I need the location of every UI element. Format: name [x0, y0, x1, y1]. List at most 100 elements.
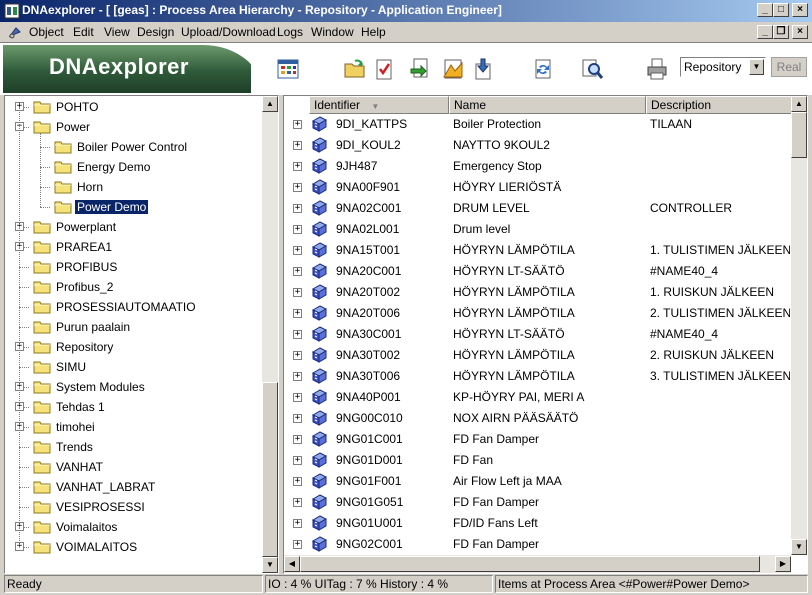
- expand-icon[interactable]: +: [293, 246, 302, 255]
- sync-icon[interactable]: [531, 57, 555, 81]
- column-header-identifier[interactable]: Identifier ▼: [309, 96, 449, 114]
- list-row[interactable]: +9NA20C001 HÖYRYN LT-SÄÄTÖ #NAME40_4: [284, 261, 792, 282]
- expand-icon[interactable]: +: [293, 435, 302, 444]
- tree-item[interactable]: + VOIMALAITOS: [5, 537, 263, 557]
- tree-item[interactable]: Boiler Power Control: [5, 137, 263, 157]
- print-icon[interactable]: [645, 57, 669, 81]
- tree-item-label[interactable]: Power Demo: [75, 200, 149, 214]
- list-row[interactable]: +9NG01U001 FD/ID Fans Left: [284, 513, 792, 534]
- menu-logs[interactable]: Logs: [277, 25, 303, 39]
- tree-item[interactable]: + Powerplant: [5, 217, 263, 237]
- menu-object[interactable]: Object: [29, 25, 64, 39]
- expand-icon[interactable]: +: [293, 162, 302, 171]
- list-row[interactable]: +9JH487 Emergency Stop: [284, 156, 792, 177]
- list-row[interactable]: +9NA30T006 HÖYRYN LÄMPÖTILA 3. TULISTIMEN …: [284, 366, 792, 387]
- tree-item[interactable]: + System Modules: [5, 377, 263, 397]
- menu-help[interactable]: Help: [361, 25, 386, 39]
- expand-icon[interactable]: +: [293, 330, 302, 339]
- download-doc-icon[interactable]: [471, 57, 495, 81]
- maximize-button[interactable]: □: [773, 3, 789, 17]
- real-button[interactable]: Real: [771, 57, 807, 77]
- expand-icon[interactable]: +: [293, 141, 302, 150]
- tree-item-label[interactable]: VANHAT: [54, 460, 105, 474]
- menu-view[interactable]: View: [104, 25, 130, 39]
- list-row[interactable]: +9NA40P001 KP-HÖYRY PAI, MERI A: [284, 387, 792, 408]
- tree-item-label[interactable]: Purun paalain: [54, 320, 132, 334]
- tree-item[interactable]: + POHTO: [5, 97, 263, 117]
- tree-item-label[interactable]: Energy Demo: [75, 160, 152, 174]
- tree-item-label[interactable]: Powerplant: [54, 220, 118, 234]
- view-selector[interactable]: Repository ▼: [680, 57, 766, 77]
- tree-item-label[interactable]: PRAREA1: [54, 240, 114, 254]
- tree-item-label[interactable]: PROFIBUS: [54, 260, 119, 274]
- expand-icon[interactable]: +: [293, 183, 302, 192]
- chevron-down-icon[interactable]: ▼: [749, 59, 764, 75]
- expand-icon[interactable]: +: [293, 372, 302, 381]
- tree-item[interactable]: PROFIBUS: [5, 257, 263, 277]
- chart-doc-icon[interactable]: [441, 57, 465, 81]
- scroll-up-icon[interactable]: ▲: [262, 96, 278, 112]
- tree-item-label[interactable]: Horn: [75, 180, 105, 194]
- list-row[interactable]: +9NA30C001 HÖYRYN LT-SÄÄTÖ #NAME40_4: [284, 324, 792, 345]
- scroll-down-icon[interactable]: ▼: [791, 539, 807, 555]
- list-row[interactable]: +9NG00C010 NOX AIRN PÄÄSÄÄTÖ: [284, 408, 792, 429]
- list-row[interactable]: +9NA20T006 HÖYRYN LÄMPÖTILA 2. TULISTIMEN …: [284, 303, 792, 324]
- tree-item-label[interactable]: Tehdas 1: [54, 400, 107, 414]
- list-vertical-scrollbar[interactable]: ▲ ▼: [791, 96, 807, 555]
- list-row[interactable]: +9NG02C001 FD Fan Damper: [284, 534, 792, 555]
- list-row[interactable]: +9NA20T002 HÖYRYN LÄMPÖTILA 1. RUISKUN JÄL…: [284, 282, 792, 303]
- tree-item-label[interactable]: VESIPROSESSI: [54, 500, 147, 514]
- tree-item-label[interactable]: Profibus_2: [54, 280, 115, 294]
- expand-icon[interactable]: +: [293, 498, 302, 507]
- tree-scroll-thumb[interactable]: [262, 382, 278, 557]
- tree-item-label[interactable]: timohei: [54, 420, 97, 434]
- tree-item-label[interactable]: Trends: [54, 440, 95, 454]
- expand-icon[interactable]: +: [293, 120, 302, 129]
- tree-item-label[interactable]: Power: [54, 120, 92, 134]
- list-row[interactable]: +9NA02C001 DRUM LEVEL CONTROLLER: [284, 198, 792, 219]
- scroll-right-icon[interactable]: ▶: [775, 556, 791, 572]
- expand-icon[interactable]: +: [293, 288, 302, 297]
- tree-item-label[interactable]: System Modules: [54, 380, 147, 394]
- list-row[interactable]: +9NA02L001 Drum level: [284, 219, 792, 240]
- column-header-description[interactable]: Description: [646, 96, 792, 114]
- list-row[interactable]: +9NA30T002 HÖYRYN LÄMPÖTILA 2. RUISKUN JÄL…: [284, 345, 792, 366]
- close-button[interactable]: ×: [792, 3, 808, 17]
- tree-item[interactable]: PROSESSIAUTOMAATIO: [5, 297, 263, 317]
- child-minimize-button[interactable]: _: [757, 25, 773, 39]
- find-icon[interactable]: [580, 57, 604, 81]
- grid-view-icon[interactable]: [276, 57, 300, 81]
- child-restore-button[interactable]: ❐: [773, 25, 789, 39]
- tree-item[interactable]: Power Demo: [5, 197, 263, 217]
- tree-item[interactable]: + Tehdas 1: [5, 397, 263, 417]
- menu-upload-download[interactable]: Upload/Download: [181, 25, 276, 39]
- tree-item[interactable]: VESIPROSESSI: [5, 497, 263, 517]
- list-row[interactable]: +9NG01G051 FD Fan Damper: [284, 492, 792, 513]
- tree-item-label[interactable]: VANHAT_LABRAT: [54, 480, 157, 494]
- expand-icon[interactable]: +: [293, 456, 302, 465]
- expand-icon[interactable]: +: [293, 519, 302, 528]
- tree-item[interactable]: − Power: [5, 117, 263, 137]
- tree-item-label[interactable]: Repository: [54, 340, 115, 354]
- minimize-button[interactable]: _: [757, 3, 773, 17]
- expand-icon[interactable]: +: [293, 309, 302, 318]
- menu-edit[interactable]: Edit: [73, 25, 94, 39]
- list-row[interactable]: +9DI_KOUL2 NAYTTO 9KOUL2: [284, 135, 792, 156]
- tree-item[interactable]: + PRAREA1: [5, 237, 263, 257]
- tree-item[interactable]: Trends: [5, 437, 263, 457]
- scroll-left-icon[interactable]: ◀: [284, 556, 300, 572]
- list-scroll-thumb[interactable]: [791, 112, 807, 158]
- tree-item[interactable]: SIMU: [5, 357, 263, 377]
- tree-item[interactable]: VANHAT: [5, 457, 263, 477]
- tree-item[interactable]: + Voimalaitos: [5, 517, 263, 537]
- menu-window[interactable]: Window: [311, 25, 354, 39]
- tree-item[interactable]: Energy Demo: [5, 157, 263, 177]
- checklist-icon[interactable]: [372, 57, 396, 81]
- menu-design[interactable]: Design: [137, 25, 174, 39]
- scroll-up-icon[interactable]: ▲: [791, 96, 807, 112]
- tree-item-label[interactable]: PROSESSIAUTOMAATIO: [54, 300, 198, 314]
- list-hscroll-thumb[interactable]: [300, 556, 760, 572]
- tree-item[interactable]: + Repository: [5, 337, 263, 357]
- list-row[interactable]: +9DI_KATTPS Boiler Protection TILAAN: [284, 114, 792, 135]
- tree-item[interactable]: VANHAT_LABRAT: [5, 477, 263, 497]
